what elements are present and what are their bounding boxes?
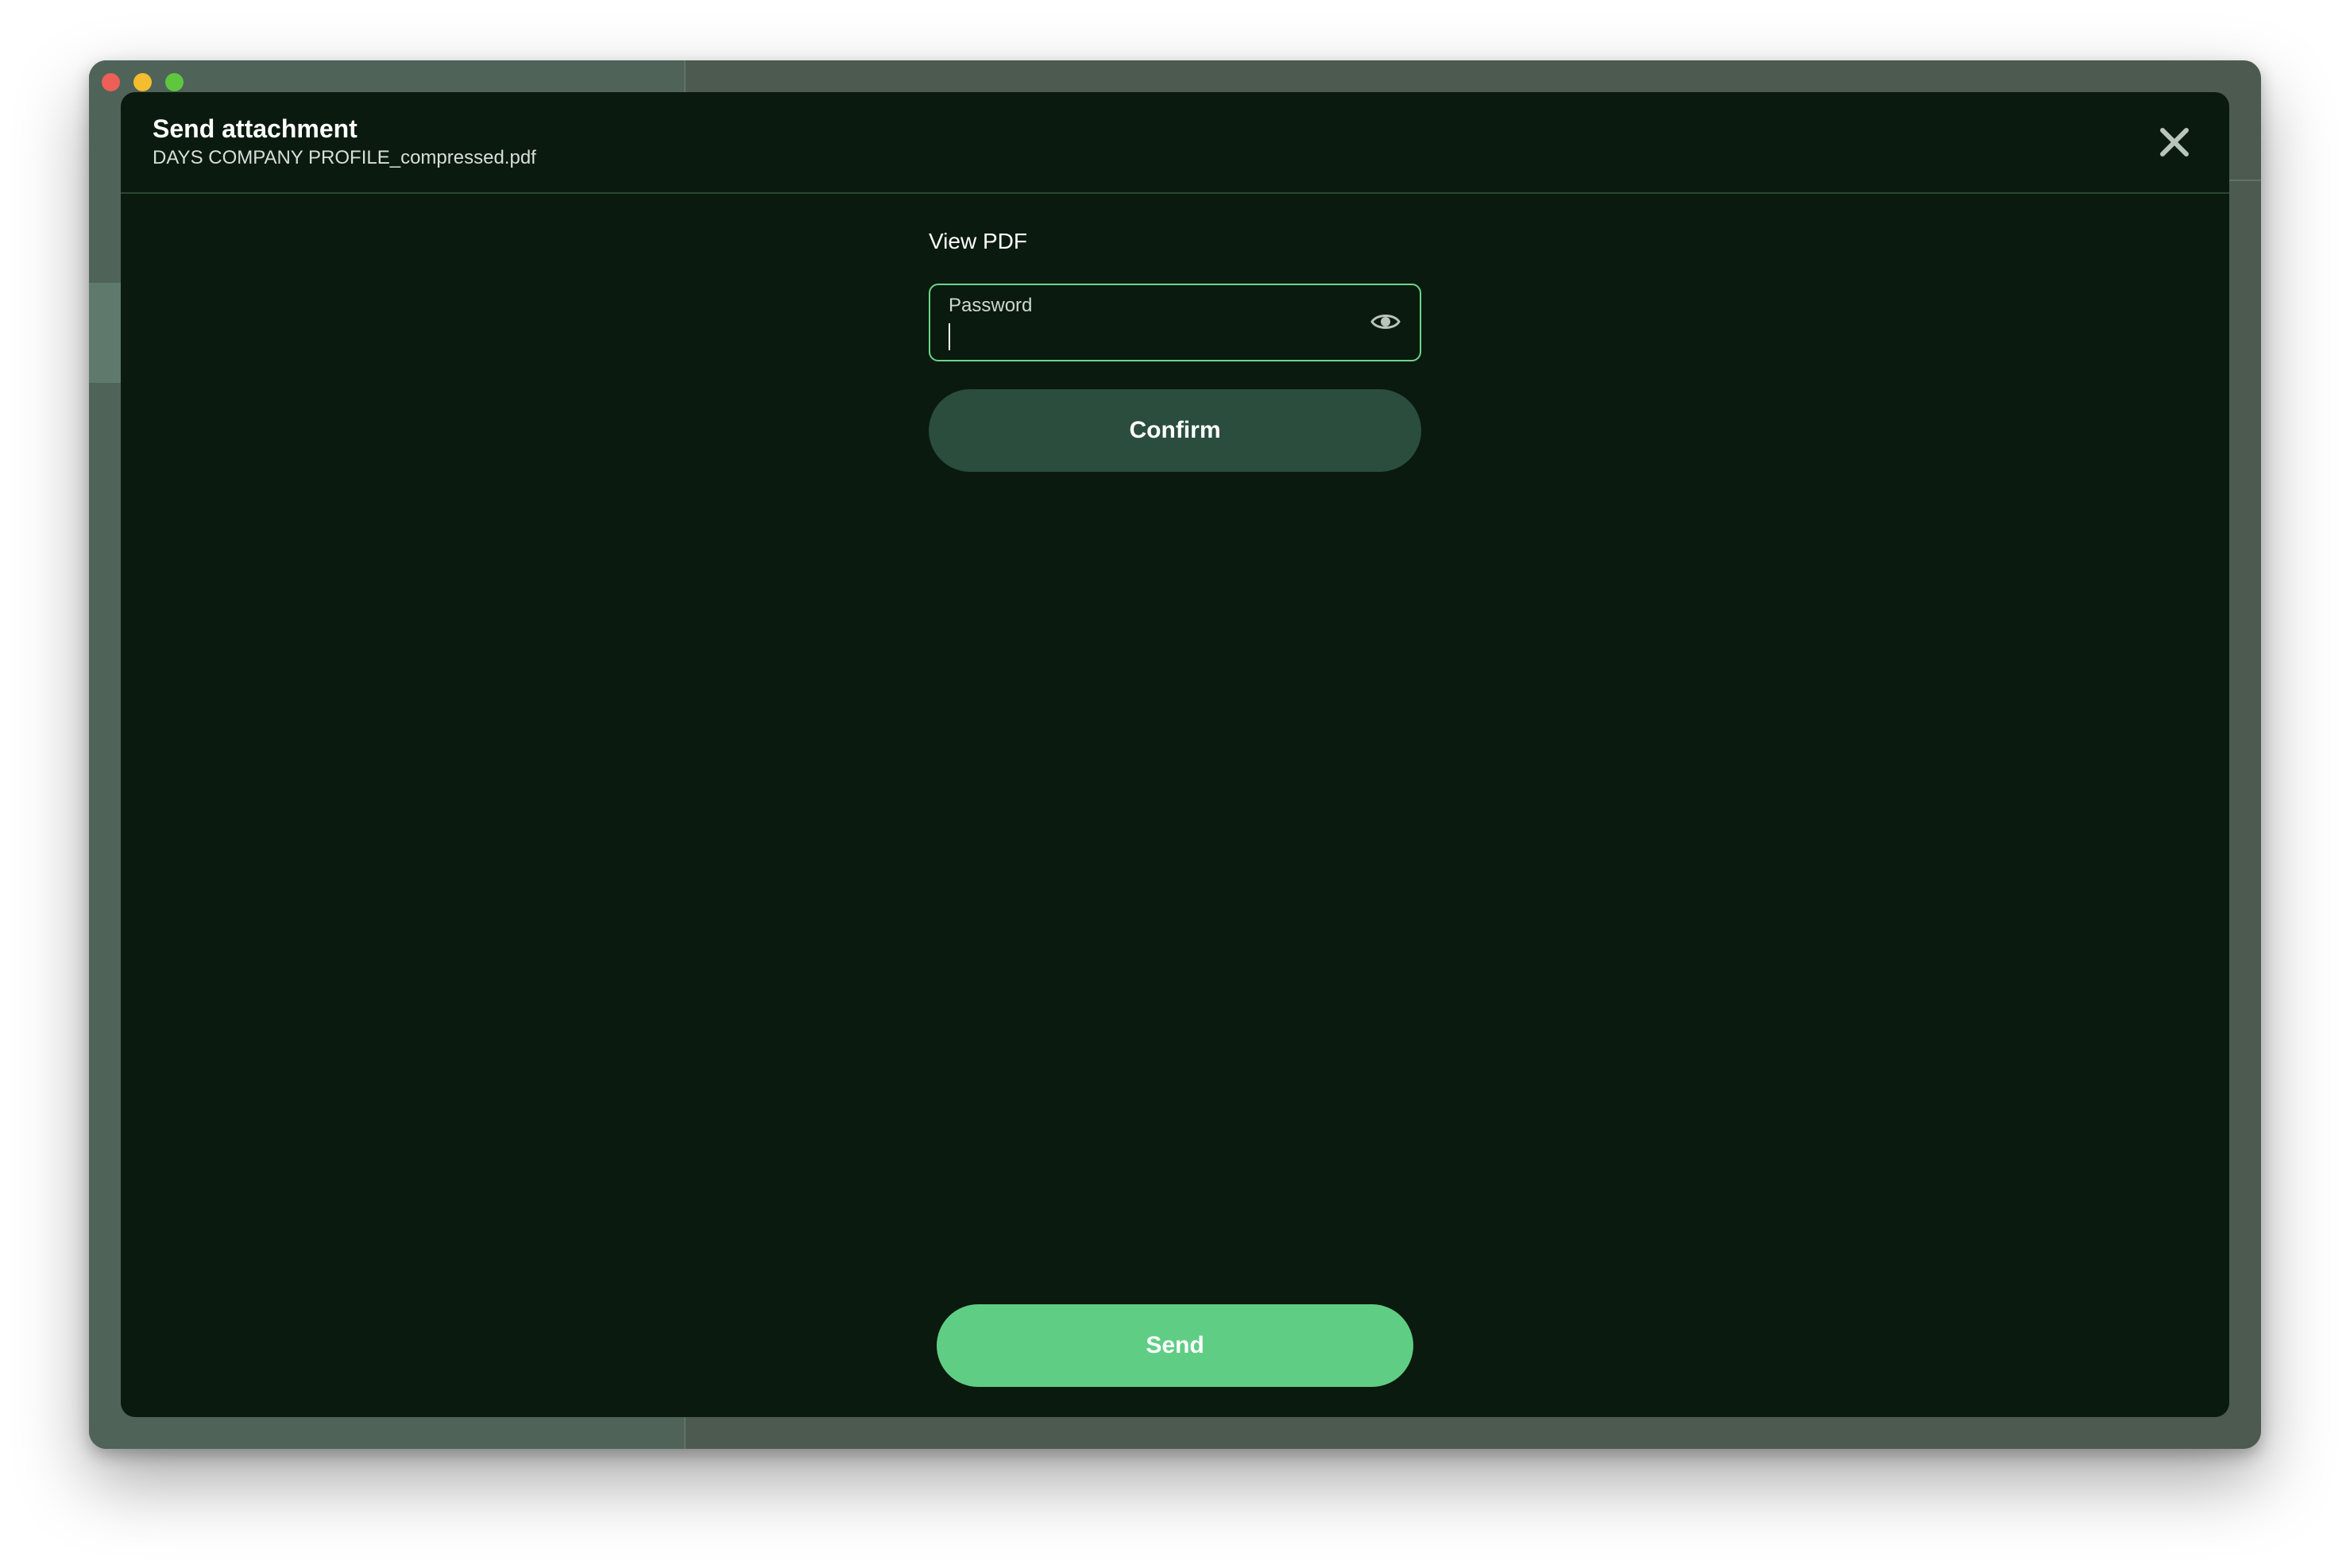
modal-title: Send attachment: [153, 114, 358, 143]
modal-header: Send attachment DAYS COMPANY PROFILE_com…: [121, 92, 2229, 194]
eye-icon: [1370, 315, 1401, 329]
close-button[interactable]: [2156, 124, 2193, 160]
attachment-filename: DAYS COMPANY PROFILE_compressed.pdf: [153, 147, 536, 168]
send-button[interactable]: Send: [937, 1304, 1413, 1387]
text-cursor: [949, 323, 950, 350]
confirm-button[interactable]: Confirm: [929, 389, 1421, 472]
send-attachment-modal: Send attachment DAYS COMPANY PROFILE_com…: [121, 92, 2229, 1417]
view-pdf-label: View PDF: [929, 229, 1027, 253]
close-icon: [2160, 128, 2189, 156]
window-maximize-button[interactable]: [165, 73, 184, 91]
window-close-button[interactable]: [102, 73, 120, 91]
password-label: Password: [949, 295, 1033, 316]
window-controls: [102, 73, 184, 91]
header-divider: [2229, 180, 2261, 181]
page: Send attachment DAYS COMPANY PROFILE_com…: [0, 0, 2350, 1568]
window-minimize-button[interactable]: [133, 73, 152, 91]
sidebar-selected-item: [89, 283, 121, 383]
password-field[interactable]: Password: [929, 284, 1421, 361]
show-password-toggle[interactable]: [1370, 311, 1401, 333]
